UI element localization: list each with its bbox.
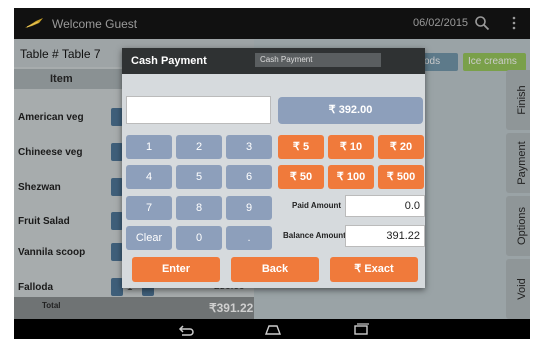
balance-amount-label: Balance Amount: [283, 231, 346, 240]
key-3[interactable]: 3: [226, 135, 272, 159]
tab-payment[interactable]: Payment: [506, 133, 530, 193]
denomination-100-button[interactable]: ₹ 100: [328, 165, 374, 189]
key-5[interactable]: 5: [176, 165, 222, 189]
denomination-10-button[interactable]: ₹ 10: [328, 135, 374, 159]
key-7[interactable]: 7: [126, 196, 172, 220]
denomination-5-button[interactable]: ₹ 5: [278, 135, 324, 159]
top-bar: Welcome Guest 06/02/2015: [14, 8, 530, 39]
back-nav-icon[interactable]: [176, 322, 194, 336]
amount-input[interactable]: [126, 96, 271, 124]
category-tab-label: ods: [424, 56, 441, 67]
key-6[interactable]: 6: [226, 165, 272, 189]
list-item[interactable]: American veg: [18, 112, 84, 123]
tab-void[interactable]: Void: [506, 259, 530, 319]
paid-amount-label: Paid Amount: [292, 201, 342, 210]
tab-options[interactable]: Options: [506, 196, 530, 256]
denomination-50-button[interactable]: ₹ 50: [278, 165, 324, 189]
app-screen: Welcome Guest 06/02/2015 Table # Table 7…: [14, 8, 530, 339]
paid-amount-field[interactable]: 0.0: [345, 195, 425, 217]
category-tab-label: Ice creams: [468, 56, 517, 67]
list-item[interactable]: Falloda: [18, 282, 53, 293]
enter-button[interactable]: Enter: [132, 257, 220, 282]
cash-payment-dialog: Cash Payment Cash Payment ₹ 392.00 1 2 3…: [122, 48, 425, 288]
navigation-bar: [14, 319, 530, 339]
key-8[interactable]: 8: [176, 196, 222, 220]
search-icon[interactable]: [474, 15, 490, 31]
tab-finish-label: Finish: [516, 85, 528, 115]
list-item[interactable]: Fruit Salad: [18, 216, 70, 227]
home-nav-icon[interactable]: [264, 322, 282, 336]
logo-icon: [25, 18, 43, 28]
dialog-subtitle: Cash Payment: [255, 53, 381, 67]
total-bar: Total ₹391.22: [14, 297, 254, 319]
key-0[interactable]: 0: [176, 226, 222, 250]
denomination-20-button[interactable]: ₹ 20: [378, 135, 424, 159]
dialog-title: Cash Payment: [131, 55, 207, 67]
balance-amount-field: 391.22: [345, 225, 425, 247]
total-value: ₹391.22: [209, 301, 254, 315]
welcome-text: Welcome Guest: [52, 17, 138, 31]
list-item[interactable]: Chineese veg: [18, 147, 82, 158]
key-2[interactable]: 2: [176, 135, 222, 159]
dialog-title-bar: Cash Payment Cash Payment: [122, 48, 425, 74]
overflow-menu-icon[interactable]: [510, 15, 518, 31]
key-4[interactable]: 4: [126, 165, 172, 189]
key-decimal[interactable]: .: [226, 226, 272, 250]
recents-nav-icon[interactable]: [352, 322, 370, 336]
table-title: Table # Table 7: [20, 47, 101, 61]
tab-void-label: Void: [516, 278, 528, 300]
list-item[interactable]: Vannila scoop: [18, 247, 85, 258]
clear-button[interactable]: Clear: [126, 226, 172, 250]
category-tab-ice-creams[interactable]: Ice creams: [463, 53, 526, 71]
total-label: Total: [42, 301, 61, 310]
denomination-500-button[interactable]: ₹ 500: [378, 165, 424, 189]
back-button[interactable]: Back: [231, 257, 319, 282]
column-item-label: Item: [50, 73, 73, 85]
date-text: 06/02/2015: [413, 17, 469, 29]
tab-finish[interactable]: Finish: [506, 70, 530, 130]
total-amount-button[interactable]: ₹ 392.00: [278, 97, 423, 124]
tab-options-label: Options: [516, 207, 528, 245]
key-1[interactable]: 1: [126, 135, 172, 159]
tab-payment-label: Payment: [516, 141, 528, 185]
list-item[interactable]: Shezwan: [18, 182, 61, 193]
key-9[interactable]: 9: [226, 196, 272, 220]
exact-button[interactable]: ₹ Exact: [330, 257, 418, 282]
